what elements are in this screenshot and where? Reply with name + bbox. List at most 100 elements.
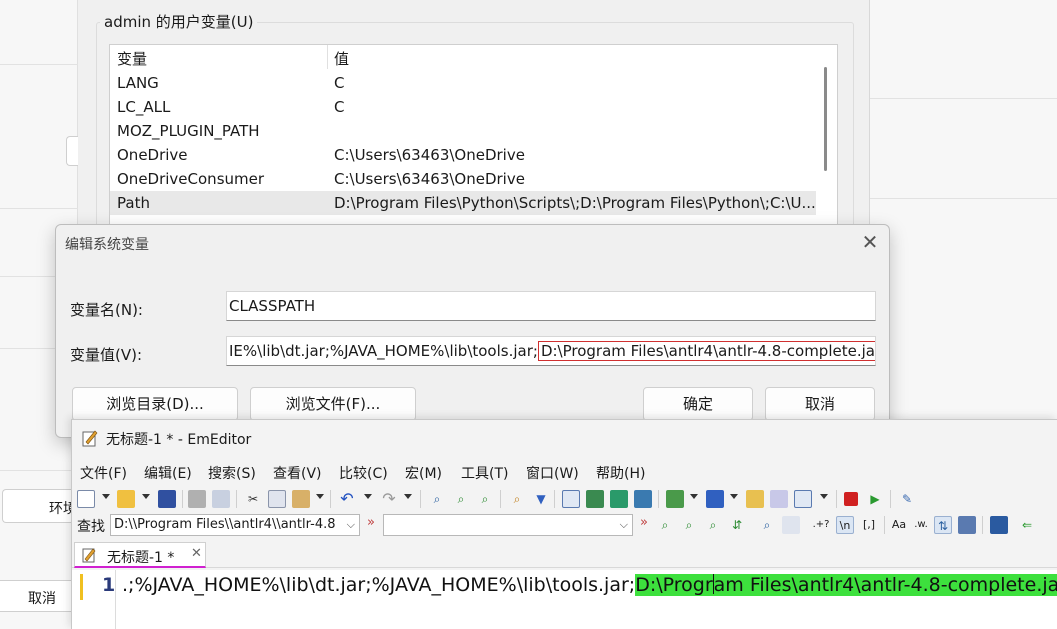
print-preview-icon[interactable] <box>212 490 230 508</box>
copy-icon[interactable] <box>268 490 286 508</box>
bookmark-icon[interactable] <box>666 490 684 508</box>
right-window-strip <box>870 0 1057 420</box>
emeditor-window: 无标题-1 * - EmEditor 文件(F) 编辑(E) 搜索(S) 查看(… <box>71 419 1057 629</box>
ok-button[interactable]: 确定 <box>643 387 753 421</box>
table-row[interactable]: OneDrive C:\Users\63463\OneDrive <box>110 143 816 167</box>
table-row[interactable]: LC_ALL C <box>110 95 816 119</box>
editor-area[interactable]: 1 .;%JAVA_HOME%\lib\dt.jar;%JAVA_HOME%\l… <box>72 570 1057 629</box>
chevron-down-icon[interactable]: ⌵ <box>620 515 628 535</box>
escape-sequence-icon[interactable]: \n <box>836 516 854 534</box>
whole-word-icon[interactable]: [,] <box>860 516 878 534</box>
encoding-icon[interactable] <box>706 490 724 508</box>
paste-icon[interactable] <box>292 490 310 508</box>
var-value: C:\Users\63463\OneDrive <box>334 170 525 188</box>
menu-compare[interactable]: 比较(C) <box>339 463 388 483</box>
outline-icon[interactable] <box>634 490 652 508</box>
find-in-files-icon[interactable]: ⌕ <box>508 490 526 508</box>
browse-file-button[interactable]: 浏览文件(F)... <box>250 387 416 421</box>
run-macro-icon[interactable]: ▶ <box>866 490 884 508</box>
column-divider[interactable] <box>327 45 328 69</box>
var-name: LC_ALL <box>117 98 171 116</box>
user-variables-list[interactable]: 变量 值 LANG C LC_ALL C MOZ_PLUGIN_PATH One… <box>109 44 838 234</box>
chevron-down-icon[interactable] <box>404 494 412 499</box>
find-next-icon[interactable]: ⌕ <box>656 516 674 534</box>
menu-view[interactable]: 查看(V) <box>273 463 322 483</box>
search-icon[interactable]: ⌕ <box>758 516 776 534</box>
menu-window[interactable]: 窗口(W) <box>526 463 579 483</box>
sync-icon[interactable] <box>610 490 628 508</box>
table-row-selected[interactable]: Path D:\Program Files\Python\Scripts\;D:… <box>110 191 816 215</box>
expand-icon[interactable]: » <box>640 515 648 530</box>
dialog-title: 编辑系统变量 <box>65 237 149 253</box>
find-combo[interactable]: D:\\Program Files\\antlr4\\antlr-4.8 ⌵ <box>110 514 360 536</box>
redo-icon[interactable]: ↷ <box>380 490 398 508</box>
chevron-down-icon[interactable] <box>730 494 738 499</box>
stop-record-icon[interactable] <box>844 492 858 506</box>
match-case-icon[interactable]: Aa <box>890 516 908 534</box>
close-icon[interactable]: ✕ <box>858 231 882 255</box>
cut-icon[interactable]: ✂ <box>244 490 262 508</box>
menu-help[interactable]: 帮助(H) <box>596 463 645 483</box>
replace-combo[interactable]: ⌵ <box>383 514 633 536</box>
menu-search[interactable]: 搜索(S) <box>208 463 256 483</box>
close-icon[interactable]: ✕ <box>191 546 202 561</box>
chevron-down-icon[interactable]: ⌵ <box>347 515 355 535</box>
variable-value-input[interactable]: IE%\lib\dt.jar;%JAVA_HOME%\lib\tools.jar… <box>226 336 876 366</box>
table-row[interactable]: MOZ_PLUGIN_PATH <box>110 119 816 143</box>
vars-list-header[interactable]: 变量 值 <box>110 47 816 71</box>
find-previous-icon[interactable]: ⌕ <box>680 516 698 534</box>
regex-icon[interactable]: .+? <box>812 516 830 534</box>
var-value: C:\Users\63463\OneDrive <box>334 146 525 164</box>
undo-icon[interactable]: ↶ <box>338 490 356 508</box>
cancel-button[interactable]: 取消 <box>765 387 875 421</box>
column-header-value[interactable]: 值 <box>334 47 349 71</box>
tab-untitled-1[interactable]: 无标题-1 * ✕ <box>74 542 206 568</box>
find-next-icon[interactable]: ⌕ <box>452 490 470 508</box>
search-direction-icon[interactable]: ⇅ <box>934 516 952 534</box>
find-previous-icon[interactable]: ⌕ <box>476 490 494 508</box>
main-toolbar: ✂ ↶ ↷ ⌕ ⌕ ⌕ ⌕ ▼ ▶ ✎ <box>72 486 1057 512</box>
chevron-down-icon[interactable] <box>102 494 110 499</box>
expand-icon[interactable]: » <box>367 515 375 530</box>
workspace-icon[interactable] <box>586 490 604 508</box>
replace-icon[interactable]: ⌕ <box>704 516 722 534</box>
plugin-icon[interactable]: ✎ <box>898 490 916 508</box>
filter-icon[interactable]: ▼ <box>532 490 550 508</box>
arrow-left-icon[interactable]: ⇐ <box>1018 516 1036 534</box>
batch-find-icon[interactable] <box>990 516 1008 534</box>
open-folder-icon[interactable] <box>117 490 135 508</box>
save-icon[interactable] <box>158 490 176 508</box>
var-name: LANG <box>117 74 159 92</box>
menu-tools[interactable]: 工具(T) <box>461 463 508 483</box>
chevron-down-icon[interactable] <box>364 494 372 499</box>
table-row[interactable]: OneDriveConsumer C:\Users\63463\OneDrive <box>110 167 816 191</box>
checkbox-icon[interactable] <box>794 490 812 508</box>
editor-line[interactable]: .;%JAVA_HOME%\lib\dt.jar;%JAVA_HOME%\lib… <box>122 574 1057 596</box>
list-icon[interactable] <box>958 516 976 534</box>
menu-file[interactable]: 文件(F) <box>80 463 127 483</box>
variable-name-input[interactable]: CLASSPATH <box>226 291 876 321</box>
chevron-down-icon[interactable] <box>690 494 698 499</box>
new-file-icon[interactable] <box>77 490 95 508</box>
menu-macro[interactable]: 宏(M) <box>405 463 442 483</box>
browse-directory-button[interactable]: 浏览目录(D)... <box>72 387 238 421</box>
find-copy-icon[interactable] <box>782 516 800 534</box>
print-icon[interactable] <box>188 490 206 508</box>
table-row[interactable]: LANG C <box>110 71 816 95</box>
vars-list-scrollbar[interactable] <box>820 45 837 233</box>
vars-list-scroll-thumb[interactable] <box>824 67 827 171</box>
chevron-down-icon[interactable] <box>142 494 150 499</box>
find-icon[interactable]: ⌕ <box>428 490 446 508</box>
left-cancel-button[interactable]: 取消 <box>0 580 78 612</box>
word-boundary-icon[interactable]: .w. <box>912 516 930 534</box>
env-vars-button-partial[interactable]: 环境 <box>2 489 78 523</box>
view-mode-icon[interactable] <box>562 490 580 508</box>
chevron-down-icon[interactable] <box>820 494 828 499</box>
line-text-before-selection: .;%JAVA_HOME%\lib\dt.jar;%JAVA_HOME%\lib… <box>122 574 636 596</box>
chevron-down-icon[interactable] <box>316 494 324 499</box>
column-header-name[interactable]: 变量 <box>117 47 147 71</box>
replace-all-icon[interactable]: ⇵ <box>728 516 746 534</box>
properties-icon[interactable] <box>746 490 764 508</box>
configuration-icon[interactable] <box>770 490 788 508</box>
menu-edit[interactable]: 编辑(E) <box>144 463 192 483</box>
